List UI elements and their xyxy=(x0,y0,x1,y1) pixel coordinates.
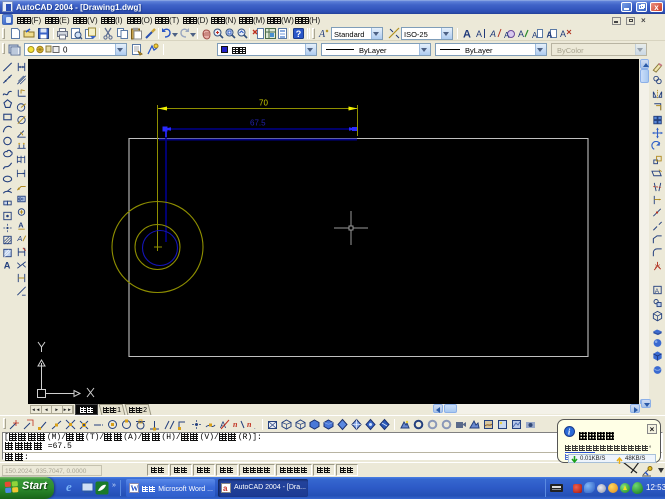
svg-text:A: A xyxy=(547,31,553,40)
svg-text:A: A xyxy=(532,31,538,40)
svg-text:A: A xyxy=(504,31,510,40)
svg-text:A: A xyxy=(489,29,496,39)
svg-text:?: ? xyxy=(296,29,302,39)
svg-text:A: A xyxy=(518,29,524,39)
svg-text:0: 0 xyxy=(63,46,68,55)
svg-text:n: n xyxy=(247,420,252,429)
svg-text:A: A xyxy=(318,29,326,40)
svg-text:A: A xyxy=(463,29,471,41)
svg-text:a: a xyxy=(223,484,228,493)
svg-text:W: W xyxy=(131,484,139,493)
svg-text:A: A xyxy=(655,288,660,295)
svg-text:n: n xyxy=(233,420,238,429)
svg-text:A: A xyxy=(4,261,11,271)
svg-text:67.5: 67.5 xyxy=(250,119,266,128)
svg-text:A: A xyxy=(16,235,22,244)
svg-text:A: A xyxy=(18,221,24,230)
svg-text:A: A xyxy=(560,29,566,39)
svg-text:A: A xyxy=(476,29,482,39)
svg-text:70: 70 xyxy=(259,99,268,108)
